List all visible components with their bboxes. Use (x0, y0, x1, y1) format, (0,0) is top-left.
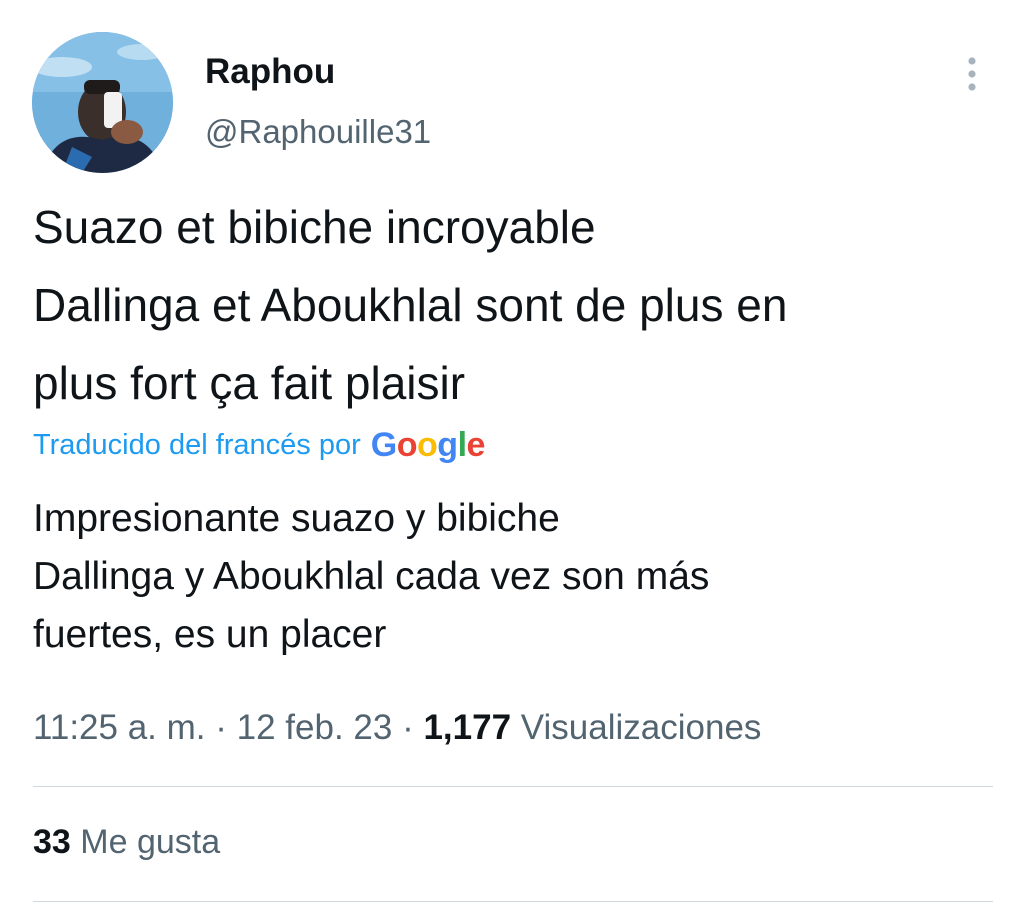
tweet-time[interactable]: 11:25 a. m. (33, 708, 206, 747)
tweet-date[interactable]: 12 feb. 23 (237, 708, 393, 747)
more-options-button[interactable] (950, 52, 994, 96)
tweet-text-line: Dallinga et Aboukhlal sont de plus en (33, 279, 788, 331)
tweet-text: Suazo et bibiche incroyable Dallinga et … (33, 188, 1003, 422)
likes-count: 33 (33, 823, 71, 861)
user-handle[interactable]: @Raphouille31 (205, 113, 431, 151)
translation-text: Impresionante suazo y bibiche Dallinga y… (33, 490, 1003, 664)
tweet-text-line: Suazo et bibiche incroyable (33, 201, 596, 253)
google-logo-letter: o (417, 426, 438, 464)
meta-separator: · (215, 708, 227, 747)
likes-link[interactable]: 33 Me gusta (33, 823, 220, 862)
translated-by-link[interactable]: Traducido del francés por Google (33, 426, 485, 465)
views-count: 1,177 (423, 708, 512, 747)
translation-text-line: fuertes, es un placer (33, 613, 387, 656)
google-logo-letter: o (396, 426, 418, 464)
divider (33, 786, 993, 787)
tweet: Raphou @Raphouille31 Suazo et bibiche in… (0, 0, 1024, 907)
translation-text-line: Impresionante suazo y bibiche (33, 497, 560, 540)
more-vertical-icon (968, 57, 976, 91)
google-logo-letter: G (370, 426, 397, 464)
tweet-meta: 11:25 a. m. · 12 feb. 23 · 1,177 Visuali… (33, 708, 761, 748)
translation-text-line: Dallinga y Aboukhlal cada vez son más (33, 555, 710, 598)
display-name[interactable]: Raphou (205, 52, 335, 92)
views-label: Visualizaciones (520, 708, 762, 747)
likes-label: Me gusta (80, 823, 221, 861)
meta-separator: · (402, 708, 414, 747)
divider (33, 901, 993, 902)
google-logo-letter: g (437, 426, 458, 464)
tweet-text-line: plus fort ça fait plaisir (33, 357, 466, 409)
translated-by-label: Traducido del francés por (33, 429, 361, 461)
google-logo-letter: l (457, 426, 467, 464)
google-logo-letter: e (466, 426, 486, 464)
user-avatar-photo-icon (32, 32, 173, 173)
google-logo: Google (370, 426, 486, 465)
avatar[interactable] (32, 32, 173, 173)
